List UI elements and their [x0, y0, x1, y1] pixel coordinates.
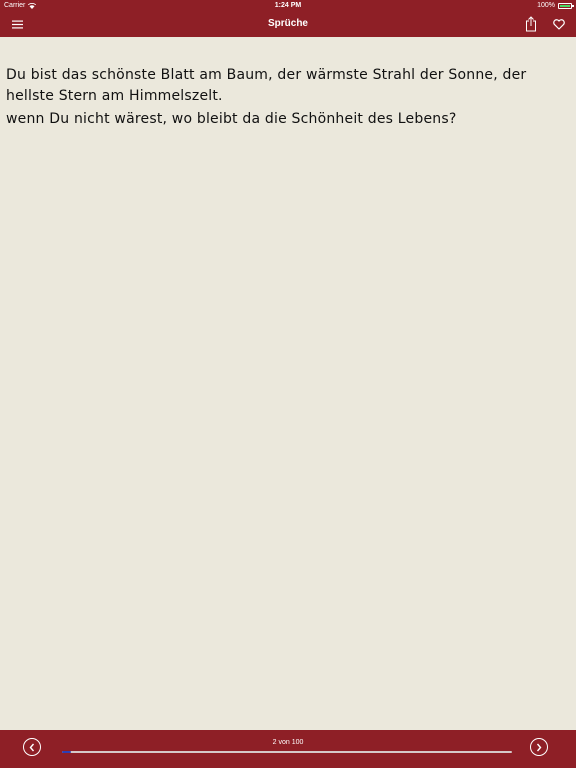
- chevron-right-circle-icon: [536, 743, 542, 751]
- bottom-toolbar: 2 von 100: [0, 730, 576, 768]
- status-time: 1:24 PM: [274, 2, 302, 9]
- share-button[interactable]: [520, 13, 542, 35]
- battery-icon: [558, 2, 574, 9]
- quote-content-area: Du bist das schönste Blatt am Baum, der …: [0, 37, 576, 730]
- next-button[interactable]: [530, 738, 548, 756]
- page-slider-fill: [62, 751, 71, 753]
- page-indicator: 2 von 100: [272, 739, 304, 746]
- status-right: 100%: [537, 0, 574, 11]
- battery-level: [560, 4, 570, 7]
- heart-icon: [553, 18, 565, 30]
- page-slider[interactable]: [62, 751, 512, 753]
- share-icon: [526, 16, 536, 32]
- battery-percent: 100%: [537, 2, 555, 9]
- quote-line-1: Du bist das schönste Blatt am Baum, der …: [6, 67, 527, 104]
- navigation-bar: Sprüche: [0, 11, 576, 37]
- favorite-button[interactable]: [548, 13, 570, 35]
- page-title: Sprüche: [267, 18, 308, 29]
- quote-text: Du bist das schönste Blatt am Baum, der …: [6, 65, 566, 132]
- quote-line-2: wenn Du nicht wärest, wo bleibt da die S…: [6, 111, 457, 127]
- status-bar: Carrier 1:24 PM 100%: [0, 0, 576, 11]
